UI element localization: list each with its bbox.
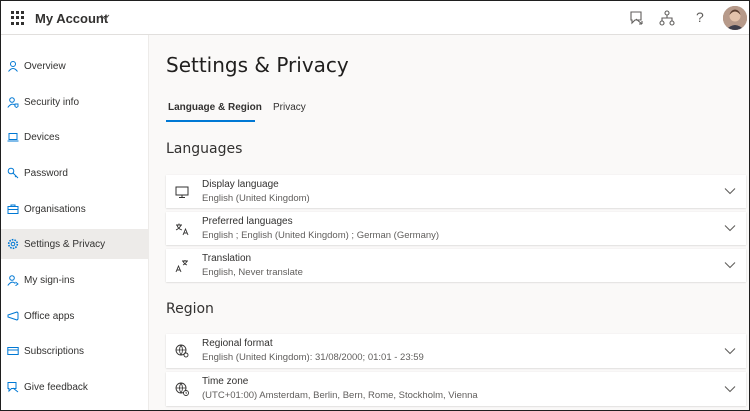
sidebar-item-label: Password xyxy=(24,167,68,179)
card-value: (UTC+01:00) Amsterdam, Berlin, Bern, Rom… xyxy=(202,390,478,401)
sidebar-item-label: Security info xyxy=(24,96,80,108)
sidebar-item-label: Devices xyxy=(24,131,60,143)
feedback-icon[interactable] xyxy=(628,9,646,27)
office-apps-icon xyxy=(7,310,19,322)
card-value: English (United Kingdom) xyxy=(202,193,310,204)
person-icon xyxy=(7,60,19,72)
avatar[interactable] xyxy=(723,6,747,30)
card-icon xyxy=(7,345,19,357)
sidebar-item-office-apps[interactable]: Office apps xyxy=(1,301,148,331)
security-person-icon xyxy=(7,96,19,108)
main-content: Settings & Privacy Language & Region Pri… xyxy=(149,35,749,410)
card-value: English (United Kingdom): 31/08/2000; 01… xyxy=(202,352,424,363)
card-value: English ; English (United Kingdom) ; Ger… xyxy=(202,230,440,241)
chevron-down-icon[interactable] xyxy=(724,187,736,195)
sidebar-item-devices[interactable]: Devices xyxy=(1,122,148,152)
globe-settings-icon xyxy=(174,343,190,359)
section-title-languages: Languages xyxy=(166,141,243,157)
language-icon xyxy=(174,221,190,237)
sidebar-item-label: Settings & Privacy xyxy=(24,238,106,250)
sidebar-item-my-sign-ins[interactable]: My sign-ins xyxy=(1,265,148,295)
top-bar: My Account ? xyxy=(1,1,749,35)
chevron-down-icon[interactable] xyxy=(724,347,736,355)
key-icon xyxy=(7,167,19,179)
tab-active-indicator xyxy=(166,120,255,122)
chevron-down-icon[interactable] xyxy=(724,224,736,232)
sidebar-item-label: Overview xyxy=(24,60,66,72)
sidebar-item-subscriptions[interactable]: Subscriptions xyxy=(1,336,148,366)
sidebar-item-label: Subscriptions xyxy=(24,345,85,357)
time-zone-card[interactable]: Time zone (UTC+01:00) Amsterdam, Berlin,… xyxy=(166,372,746,406)
sidebar-item-security-info[interactable]: Security info xyxy=(1,87,148,117)
monitor-icon xyxy=(174,184,190,200)
gear-icon xyxy=(7,238,19,250)
feedback-icon xyxy=(7,381,19,393)
sidebar-item-label: Organisations xyxy=(24,203,86,215)
sidebar-item-label: Office apps xyxy=(24,310,75,322)
laptop-icon xyxy=(7,131,19,143)
sidebar-item-organisations[interactable]: Organisations xyxy=(1,194,148,224)
sidebar-item-label: My sign-ins xyxy=(24,274,75,286)
card-title: Time zone xyxy=(202,376,249,387)
card-title: Regional format xyxy=(202,338,273,349)
chevron-down-icon[interactable] xyxy=(724,261,736,269)
sidebar-item-settings-privacy[interactable]: Settings & Privacy xyxy=(1,229,148,259)
translation-card[interactable]: Translation English, Never translate xyxy=(166,249,746,282)
card-title: Translation xyxy=(202,253,252,264)
chevron-down-icon[interactable] xyxy=(724,385,736,393)
help-icon[interactable]: ? xyxy=(696,9,704,25)
sidebar-item-password[interactable]: Password xyxy=(1,158,148,188)
waffle-icon[interactable] xyxy=(11,11,25,25)
card-value: English, Never translate xyxy=(202,267,303,278)
app-window: My Account ? Overview Security info Devi… xyxy=(0,0,750,411)
sidebar-item-label: Give feedback xyxy=(24,381,88,393)
regional-format-card[interactable]: Regional format English (United Kingdom)… xyxy=(166,334,746,368)
sidebar-item-give-feedback[interactable]: Give feedback xyxy=(1,372,148,402)
section-title-region: Region xyxy=(166,301,214,317)
sidebar-item-overview[interactable]: Overview xyxy=(1,51,148,81)
chevron-down-icon[interactable] xyxy=(100,12,110,22)
tab-language-region[interactable]: Language & Region xyxy=(168,102,262,113)
person-signin-icon xyxy=(7,274,19,286)
briefcase-icon xyxy=(7,203,19,215)
display-language-card[interactable]: Display language English (United Kingdom… xyxy=(166,175,746,208)
preferred-languages-card[interactable]: Preferred languages English ; English (U… xyxy=(166,212,746,245)
tab-privacy[interactable]: Privacy xyxy=(273,102,306,113)
globe-clock-icon xyxy=(174,381,190,397)
org-chart-icon[interactable] xyxy=(658,9,676,27)
sidebar: Overview Security info Devices Password … xyxy=(1,35,149,410)
card-title: Display language xyxy=(202,179,279,190)
translate-icon xyxy=(174,258,190,274)
app-title[interactable]: My Account xyxy=(35,11,108,26)
card-title: Preferred languages xyxy=(202,216,293,227)
page-title: Settings & Privacy xyxy=(166,53,349,77)
